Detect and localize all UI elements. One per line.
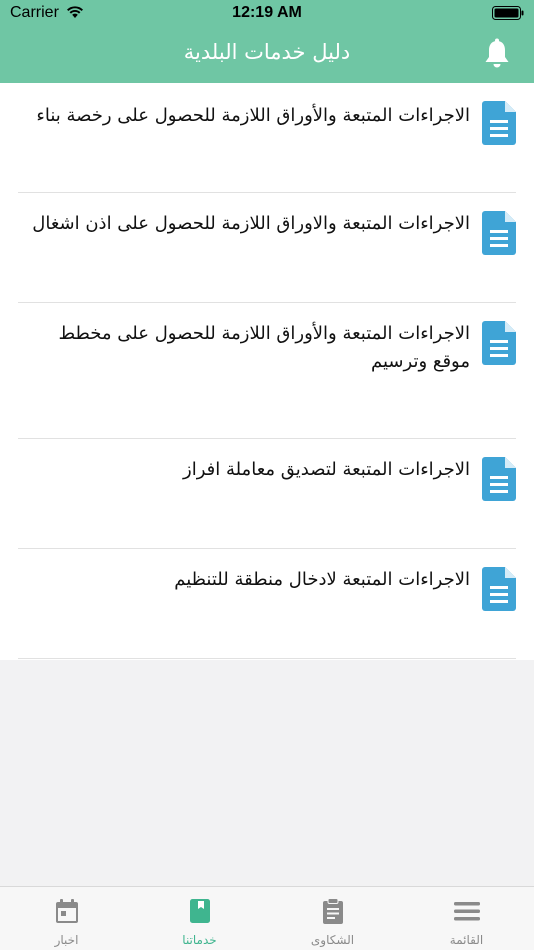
list-item-label: الاجراءات المتبعة والأوراق اللازمة للحصو…	[58, 323, 470, 372]
services-list: الاجراءات المتبعة والأوراق اللازمة للحصو…	[0, 83, 534, 660]
list-item-label: الاجراءات المتبعة والأوراق اللازمة للحصو…	[36, 105, 470, 126]
tab-label: اخبار	[54, 933, 79, 947]
page-title: دليل خدمات البلدية	[183, 40, 351, 64]
tab-label: القائمة	[449, 933, 484, 947]
list-item[interactable]: الاجراءات المتبعة لتصديق معاملة افراز	[0, 439, 534, 549]
tab-bar: اخبار خدماتنا الشكاوى القائمة	[0, 886, 534, 950]
list-item[interactable]: الاجراءات المتبعة لادخال منطقة للتنظيم	[0, 549, 534, 659]
list-item-label: الاجراءات المتبعة لتصديق معاملة افراز	[183, 459, 470, 480]
tab-services[interactable]: خدماتنا	[133, 887, 266, 950]
tab-label: خدماتنا	[182, 933, 217, 947]
status-bar: Carrier 12:19 AM	[0, 0, 534, 30]
book-icon	[189, 899, 210, 923]
tab-news[interactable]: اخبار	[0, 887, 133, 950]
list-item[interactable]: الاجراءات المتبعة والاوراق اللازمة للحصو…	[0, 193, 534, 303]
list-item-label: الاجراءات المتبعة والاوراق اللازمة للحصو…	[32, 213, 470, 234]
bell-icon[interactable]	[482, 38, 512, 70]
tab-menu[interactable]: القائمة	[400, 887, 533, 950]
document-icon	[482, 321, 516, 365]
status-time: 12:19 AM	[232, 4, 302, 21]
list-item-label: الاجراءات المتبعة لادخال منطقة للتنظيم	[174, 569, 470, 590]
clipboard-icon	[322, 898, 343, 924]
tab-label: الشكاوى	[310, 933, 355, 947]
list-item[interactable]: الاجراءات المتبعة والأوراق اللازمة للحصو…	[0, 303, 534, 439]
tab-complaints[interactable]: الشكاوى	[266, 887, 399, 950]
document-icon	[482, 457, 516, 501]
divider	[18, 658, 516, 659]
document-icon	[482, 211, 516, 255]
menu-icon	[453, 902, 480, 921]
document-icon	[482, 101, 516, 145]
calendar-icon	[55, 899, 78, 923]
document-icon	[482, 567, 516, 611]
list-item[interactable]: الاجراءات المتبعة والأوراق اللازمة للحصو…	[0, 83, 534, 193]
battery-icon	[492, 6, 524, 20]
app-header: Carrier 12:19 AM دليل خدمات البلدية	[0, 0, 534, 83]
